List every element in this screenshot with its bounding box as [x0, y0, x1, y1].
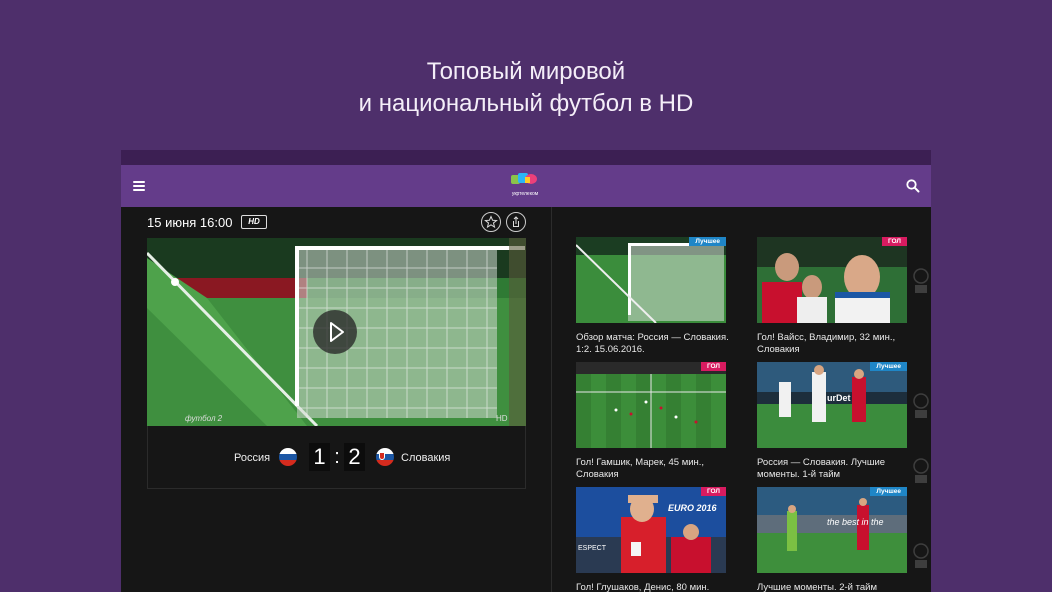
video-card[interactable]: the best in the Лучшее Лучшие моменты. 2… [757, 487, 907, 592]
thumb-board-text: the best in the [827, 517, 884, 527]
best-tag: Лучшее [870, 362, 907, 371]
video-thumbnail: urDet [757, 362, 907, 448]
video-thumbnail [576, 237, 726, 323]
match-date: 15 июня 16:00 [147, 215, 233, 230]
league-logo-icon [913, 268, 929, 293]
russia-flag-icon [279, 448, 297, 466]
video-list: Лучшее Обзор матча: Россия — Словакия. 1… [552, 207, 931, 592]
league-logo-icon [913, 543, 929, 568]
away-score: 2 [344, 443, 365, 471]
hd-badge: HD [241, 215, 267, 229]
video-card[interactable]: urDet Лучшее Россия — Словакия. Лучшие м… [757, 362, 907, 484]
goal-tag: ГОЛ [881, 237, 907, 246]
goal-tag: ГОЛ [700, 362, 726, 371]
app-bar: укртелеком [121, 165, 931, 207]
home-team-name: Россия [234, 452, 271, 464]
search-icon[interactable] [905, 178, 921, 194]
star-icon[interactable] [481, 212, 501, 232]
play-icon [330, 322, 344, 342]
thumb-board-text: urDet [827, 393, 851, 403]
best-tag: Лучшее [689, 237, 726, 246]
video-title: Обзор матча: Россия — Словакия. 1:2. 15.… [576, 332, 729, 355]
logo-shapes [511, 173, 537, 184]
best-tag: Лучшее [870, 487, 907, 496]
video-thumbnail: the best in the [757, 487, 907, 573]
video-title: Гол! Гамшик, Марек, 45 мин., Словакия [576, 457, 705, 480]
video-card[interactable]: ГОЛ Гол! Вайсс, Владимир, 32 мин., Слова… [757, 237, 907, 359]
video-title: Гол! Глушаков, Денис, 80 мин. [576, 582, 710, 592]
share-icon[interactable] [506, 212, 526, 232]
thumb-board-text: ESPECT [578, 545, 607, 552]
goal-tag: ГОЛ [700, 487, 726, 496]
tablet-screen: укртелеком 15 июня 16:00 HD футбол 2 HD … [121, 150, 931, 592]
league-logo-icon [913, 393, 929, 418]
video-hd-watermark: HD [496, 414, 508, 423]
play-button[interactable] [313, 310, 357, 354]
hamburger-menu-icon[interactable] [131, 178, 147, 194]
score-separator: : [334, 446, 340, 468]
video-card[interactable]: ГОЛ Гол! Гамшик, Марек, 45 мин., Словаки… [576, 362, 726, 484]
video-thumbnail: EURO 2016 ESPECT [576, 487, 726, 573]
status-bar [121, 150, 931, 165]
match-detail-pane: 15 июня 16:00 HD футбол 2 HD Россия 1: … [121, 207, 551, 592]
logo-text: укртелеком [511, 191, 539, 197]
video-thumbnail [576, 362, 726, 448]
video-player[interactable]: футбол 2 HD [147, 238, 526, 426]
thumb-board-text: EURO 2016 [668, 503, 717, 513]
headline: Топовый мировой и национальный футбол в … [0, 56, 1052, 120]
video-channel-watermark: футбол 2 [185, 414, 223, 423]
slovakia-flag-icon [376, 448, 394, 466]
video-title: Россия — Словакия. Лучшие моменты. 1-й т… [757, 457, 886, 480]
video-title: Лучшие моменты. 2-й тайм [757, 582, 877, 592]
video-card[interactable]: Лучшее Обзор матча: Россия — Словакия. 1… [576, 237, 729, 359]
video-title: Гол! Вайсс, Владимир, 32 мин., Словакия [757, 332, 896, 355]
league-logo-icon [913, 458, 929, 483]
headline-line-2: и национальный футбол в HD [358, 90, 694, 117]
score-card: Россия 1 : 2 Словакия [147, 426, 526, 489]
video-thumbnail [757, 237, 907, 323]
away-team-name: Словакия [401, 452, 451, 464]
video-card[interactable]: EURO 2016 ESPECT ГОЛ Гол! Глушаков, Дени… [576, 487, 726, 592]
app-logo-icon[interactable]: укртелеком [508, 172, 542, 200]
home-score: 1 [309, 443, 330, 471]
headline-line-1: Топовый мировой [426, 58, 626, 85]
